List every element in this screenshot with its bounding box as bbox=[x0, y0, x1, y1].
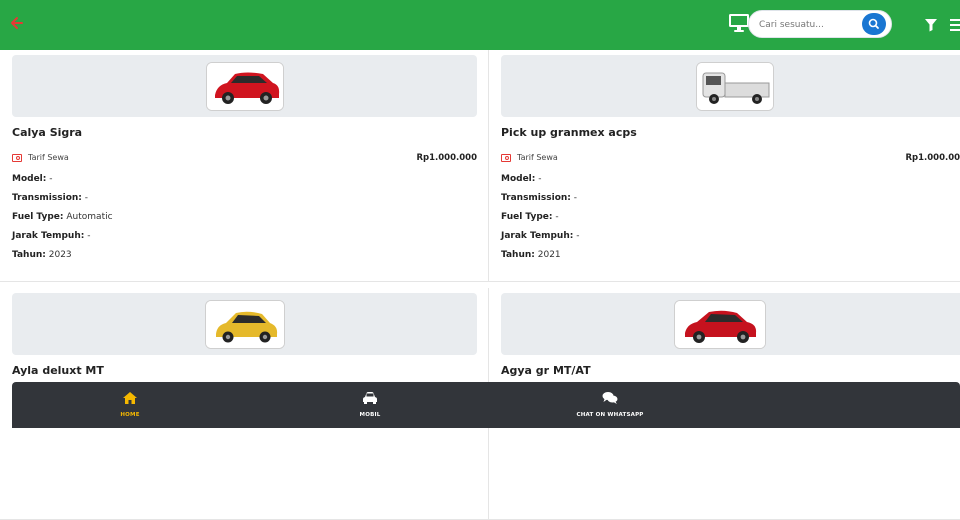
spec-fuel: Fuel Type: - bbox=[501, 212, 559, 222]
spec-value: Automatic bbox=[66, 212, 112, 222]
nav-mobil[interactable]: MOBIL bbox=[310, 382, 430, 428]
spec-value: - bbox=[555, 212, 558, 222]
filter-icon bbox=[925, 18, 937, 32]
home-icon bbox=[122, 391, 138, 405]
tarif-price: Rp1.000.000 bbox=[417, 153, 478, 163]
money-icon bbox=[501, 154, 511, 162]
menu-button[interactable] bbox=[950, 17, 960, 31]
spec-value: - bbox=[85, 193, 88, 203]
spec-value: - bbox=[576, 231, 579, 241]
bottom-nav: HOME MOBIL CHAT ON WHATSAPP bbox=[12, 382, 960, 428]
top-header bbox=[0, 0, 960, 50]
spec-model: Model: - bbox=[12, 174, 53, 184]
car-thumbnail[interactable] bbox=[696, 62, 774, 111]
car-image-area bbox=[501, 55, 960, 117]
car-photo bbox=[207, 63, 284, 111]
spec-label: Jarak Tempuh: bbox=[501, 231, 573, 241]
car-icon bbox=[362, 391, 378, 405]
search-button[interactable] bbox=[862, 13, 886, 35]
menu-icon bbox=[950, 18, 960, 32]
spec-label: Model: bbox=[501, 174, 535, 184]
spec-value: 2023 bbox=[49, 250, 72, 260]
tarif-label: Tarif Sewa bbox=[28, 153, 69, 162]
nav-chat-whatsapp[interactable]: CHAT ON WHATSAPP bbox=[550, 382, 670, 428]
car-card[interactable]: Calya Sigra Tarif Sewa Rp1.000.000 Model… bbox=[0, 50, 489, 282]
spec-label: Fuel Type: bbox=[501, 212, 553, 222]
spec-label: Transmission: bbox=[12, 193, 82, 203]
spec-value: - bbox=[49, 174, 52, 184]
spec-value: - bbox=[87, 231, 90, 241]
nav-home[interactable]: HOME bbox=[70, 382, 190, 428]
car-thumbnail[interactable] bbox=[205, 300, 285, 349]
monitor-icon bbox=[728, 13, 750, 33]
spec-tahun: Tahun: 2023 bbox=[12, 250, 72, 260]
nav-label: MOBIL bbox=[310, 412, 430, 418]
spec-label: Model: bbox=[12, 174, 46, 184]
arrow-left-icon bbox=[10, 16, 24, 30]
spec-label: Transmission: bbox=[501, 193, 571, 203]
spec-model: Model: - bbox=[501, 174, 542, 184]
spec-label: Fuel Type: bbox=[12, 212, 64, 222]
car-card[interactable]: Pick up granmex acps Tarif Sewa Rp1.000.… bbox=[489, 50, 960, 282]
spec-value: - bbox=[574, 193, 577, 203]
monitor-button[interactable] bbox=[728, 13, 750, 33]
filter-button[interactable] bbox=[925, 17, 937, 31]
car-name[interactable]: Agya gr MT/AT bbox=[501, 364, 591, 377]
car-image-area bbox=[12, 55, 477, 117]
spec-value: 2021 bbox=[538, 250, 561, 260]
tarif-row: Tarif Sewa Rp1.000.000 bbox=[501, 152, 960, 166]
car-photo bbox=[206, 301, 285, 349]
search-box bbox=[748, 10, 892, 38]
search-icon bbox=[862, 13, 886, 35]
car-photo bbox=[675, 301, 766, 349]
spec-label: Tahun: bbox=[501, 250, 535, 260]
nav-label: HOME bbox=[70, 412, 190, 418]
car-name[interactable]: Pick up granmex acps bbox=[501, 126, 637, 139]
back-button[interactable] bbox=[10, 16, 26, 32]
car-image-area bbox=[12, 293, 477, 355]
spec-transmission: Transmission: - bbox=[12, 193, 88, 203]
money-icon bbox=[12, 154, 22, 162]
tarif-row: Tarif Sewa Rp1.000.000 bbox=[12, 152, 477, 166]
search-input[interactable] bbox=[759, 16, 855, 34]
spec-transmission: Transmission: - bbox=[501, 193, 577, 203]
spec-fuel: Fuel Type: Automatic bbox=[12, 212, 113, 222]
spec-tahun: Tahun: 2021 bbox=[501, 250, 561, 260]
tarif-price: Rp1.000.000 bbox=[906, 153, 960, 163]
spec-value: - bbox=[538, 174, 541, 184]
tarif-label: Tarif Sewa bbox=[517, 153, 558, 162]
spec-jarak: Jarak Tempuh: - bbox=[501, 231, 579, 241]
chat-icon bbox=[602, 391, 618, 405]
car-photo bbox=[697, 63, 774, 111]
car-image-area bbox=[501, 293, 960, 355]
car-thumbnail[interactable] bbox=[674, 300, 766, 349]
spec-label: Jarak Tempuh: bbox=[12, 231, 84, 241]
spec-jarak: Jarak Tempuh: - bbox=[12, 231, 90, 241]
car-name[interactable]: Ayla deluxt MT bbox=[12, 364, 104, 377]
car-name[interactable]: Calya Sigra bbox=[12, 126, 82, 139]
nav-label: CHAT ON WHATSAPP bbox=[550, 412, 670, 418]
car-thumbnail[interactable] bbox=[206, 62, 284, 111]
spec-label: Tahun: bbox=[12, 250, 46, 260]
